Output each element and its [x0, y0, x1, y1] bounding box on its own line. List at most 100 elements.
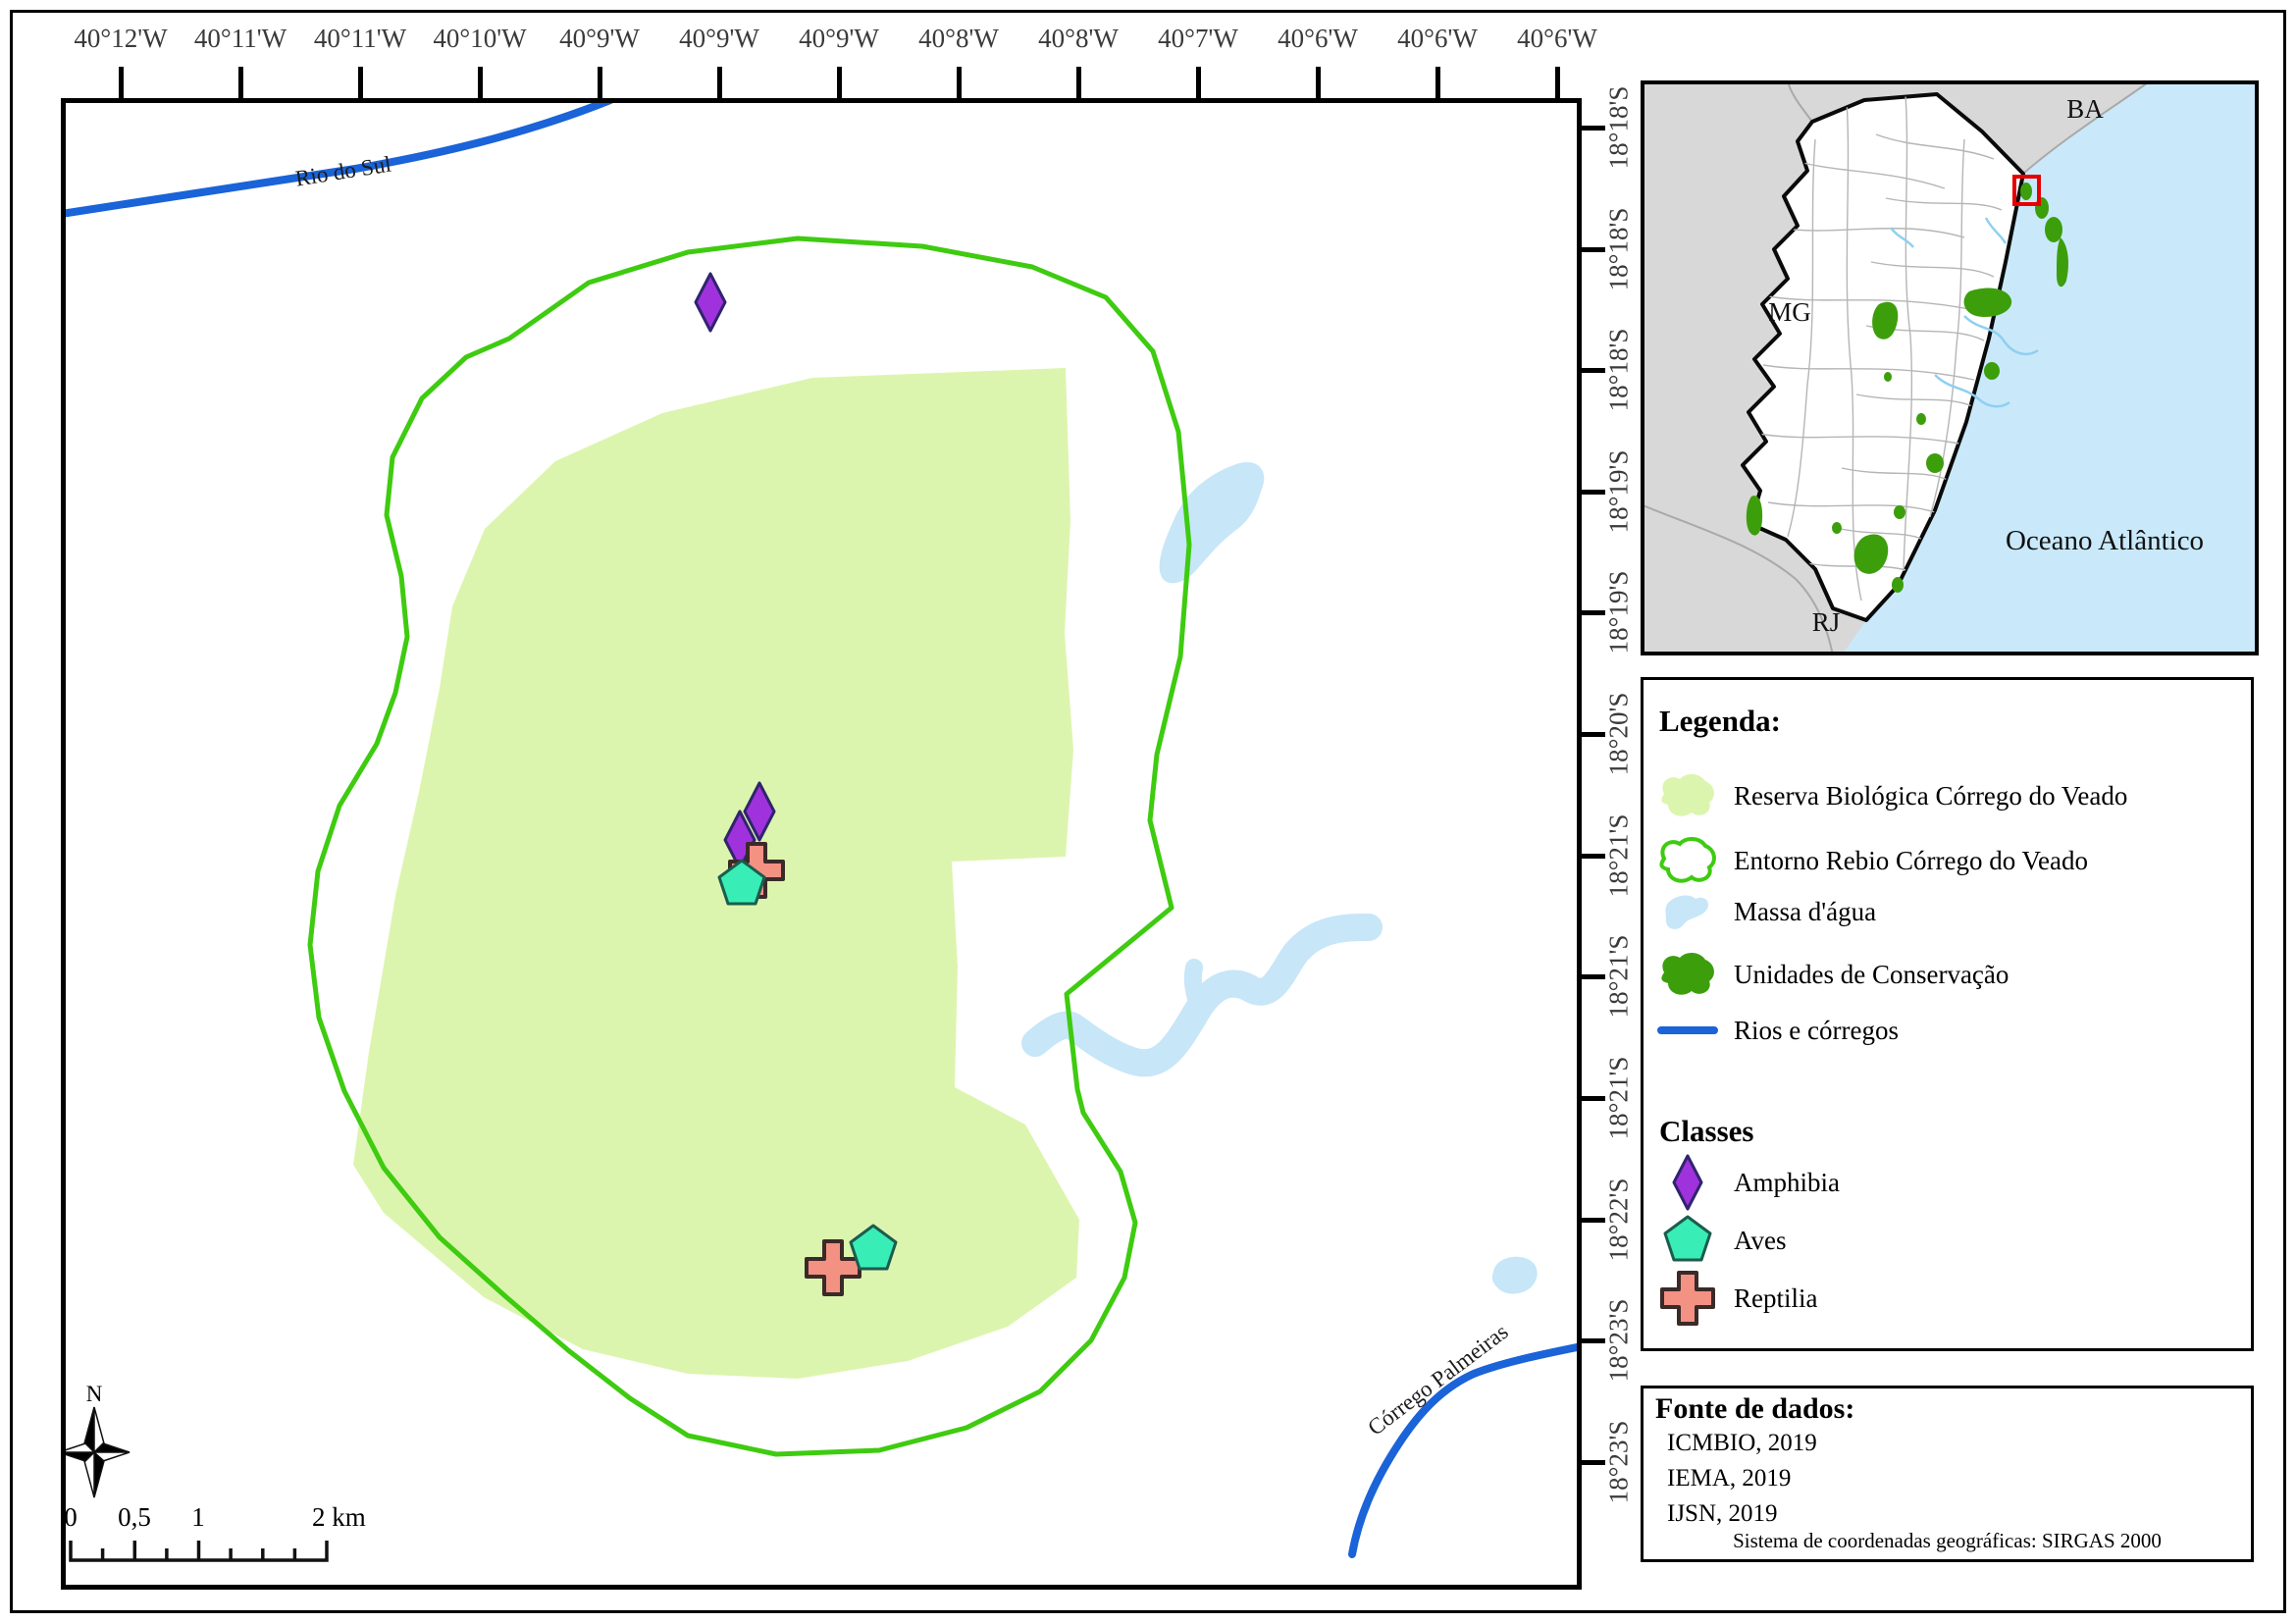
north-arrow	[61, 1407, 130, 1497]
source-line: IJSN, 2019	[1667, 1500, 1778, 1528]
class-item-label: Aves	[1734, 1226, 1787, 1256]
axis-label-right: 18°19'S	[1604, 450, 1635, 534]
svg-text:1: 1	[191, 1502, 205, 1532]
river-label-corrego-palmeiras: Córrego Palmeiras	[1363, 1319, 1512, 1440]
axis-label-right: 18°18'S	[1604, 208, 1635, 291]
class-item-reptilia: Reptilia	[1653, 1269, 1817, 1328]
water-body-upper	[1160, 462, 1265, 583]
legend-item-label: Reserva Biológica Córrego do Veado	[1734, 781, 2127, 812]
axis-label-right: 18°18'S	[1604, 329, 1635, 412]
water-bodies	[1160, 462, 1538, 1294]
axis-tick	[478, 67, 483, 98]
green-outline-area-swatch	[1653, 835, 1722, 886]
axis-tick	[957, 67, 962, 98]
axis-label-top: 40°9'W	[799, 24, 879, 54]
scale-bar-labels: 0 0,5 1 2 km	[64, 1502, 366, 1532]
axis-label-top: 40°11'W	[194, 24, 287, 54]
axis-tick	[1316, 67, 1321, 98]
legend-item-label: Unidades de Conservação	[1734, 960, 2009, 990]
axis-tick	[358, 67, 363, 98]
source-title: Fonte de dados:	[1655, 1392, 1854, 1426]
axis-tick	[1582, 610, 1605, 615]
axis-label-right: 18°20'S	[1604, 693, 1635, 776]
axis-label-top: 40°8'W	[918, 24, 999, 54]
axis-tick	[238, 67, 243, 98]
class-item-amphibia: Amphibia	[1653, 1153, 1840, 1212]
svg-text:2 km: 2 km	[312, 1502, 366, 1532]
axis-label-top: 40°6'W	[1278, 24, 1358, 54]
legend-item-unidades: Unidades de Conservação	[1653, 945, 2009, 1004]
legend-item-rios: Rios e córregos	[1653, 1001, 1899, 1060]
axis-label-right: 18°23'S	[1604, 1299, 1635, 1383]
inset-label-rj: RJ	[1812, 607, 1841, 637]
legend-title: Legenda:	[1659, 704, 1781, 739]
legend-item-label: Entorno Rebio Córrego do Veado	[1734, 846, 2088, 876]
class-item-label: Amphibia	[1734, 1168, 1840, 1198]
legend-item-massa-dagua: Massa d'água	[1653, 882, 1876, 941]
main-map: Rio do Sul Córrego Palmeiras	[61, 98, 1582, 1590]
axis-label-top: 40°11'W	[314, 24, 406, 54]
axis-label-right: 18°19'S	[1604, 571, 1635, 654]
axis-tick	[1582, 1338, 1605, 1343]
river-corrego-palmeiras	[1352, 1346, 1582, 1554]
inset-label-mg: MG	[1768, 297, 1811, 327]
axis-tick	[1582, 247, 1605, 252]
axis-tick	[1582, 854, 1605, 859]
axis-tick	[119, 67, 124, 98]
axis-tick	[1555, 67, 1560, 98]
axis-label-right: 18°21'S	[1604, 814, 1635, 898]
axis-tick	[1076, 67, 1081, 98]
dark-green-area-swatch	[1653, 949, 1722, 1000]
svg-text:0,5: 0,5	[118, 1502, 151, 1532]
axis-tick	[1435, 67, 1440, 98]
axis-tick	[837, 67, 842, 98]
legend-item-label: Massa d'água	[1734, 897, 1876, 927]
axis-tick	[1196, 67, 1201, 98]
axis-tick	[1582, 368, 1605, 373]
axis-tick	[1582, 974, 1605, 979]
svg-text:0: 0	[64, 1502, 78, 1532]
blue-line-swatch	[1653, 1021, 1722, 1040]
axis-label-right: 18°18'S	[1604, 86, 1635, 170]
inset-canvas: BA MG RJ Oceano Atlântico	[1641, 80, 2259, 655]
north-label: N	[86, 1382, 103, 1406]
axis-label-top: 40°12'W	[74, 24, 167, 54]
class-item-aves: Aves	[1653, 1211, 1787, 1270]
turquoise-pentagon-icon	[1653, 1213, 1722, 1268]
axis-label-top: 40°8'W	[1038, 24, 1119, 54]
light-green-area-swatch	[1653, 770, 1722, 821]
axis-label-right: 18°21'S	[1604, 935, 1635, 1019]
legend-panel: Legenda: Reserva Biológica Córrego do Ve…	[1641, 677, 2254, 1351]
source-line: ICMBIO, 2019	[1667, 1430, 1817, 1457]
axis-label-top: 40°7'W	[1158, 24, 1238, 54]
axis-tick	[1582, 126, 1605, 131]
scale-bar	[71, 1541, 327, 1560]
axis-label-top: 40°10'W	[433, 24, 526, 54]
axis-label-top: 40°6'W	[1517, 24, 1597, 54]
inset-label-ba: BA	[2066, 94, 2104, 124]
axis-label-top: 40°9'W	[559, 24, 640, 54]
class-item-label: Reptilia	[1734, 1283, 1817, 1314]
legend-item-entorno: Entorno Rebio Córrego do Veado	[1653, 831, 2088, 890]
axis-tick	[1582, 732, 1605, 737]
axis-label-right: 18°21'S	[1604, 1057, 1635, 1140]
water-body-small	[1492, 1257, 1538, 1294]
main-map-canvas: Rio do Sul Córrego Palmeiras	[61, 98, 1582, 1590]
river-rio-do-sul	[61, 100, 610, 214]
axis-tick	[717, 67, 722, 98]
axis-tick	[1582, 490, 1605, 495]
legend-item-reserva: Reserva Biológica Córrego do Veado	[1653, 766, 2127, 825]
axis-label-right: 18°23'S	[1604, 1421, 1635, 1504]
source-line: IEMA, 2019	[1667, 1465, 1791, 1492]
river-label-rio-do-sul: Rio do Sul	[293, 152, 392, 191]
classes-title: Classes	[1659, 1114, 1753, 1149]
axis-tick	[1582, 1460, 1605, 1465]
axis-tick	[598, 67, 602, 98]
axis-label-top: 40°9'W	[679, 24, 759, 54]
water-body-middle	[1035, 927, 1369, 1063]
axis-label-right: 18°22'S	[1604, 1178, 1635, 1262]
axis-tick	[1582, 1096, 1605, 1101]
inset-reserve-dot	[2020, 183, 2032, 200]
inset-label-ocean: Oceano Atlântico	[2006, 525, 2204, 556]
coordinate-system-note: Sistema de coordenadas geográficas: SIRG…	[1644, 1529, 2251, 1553]
